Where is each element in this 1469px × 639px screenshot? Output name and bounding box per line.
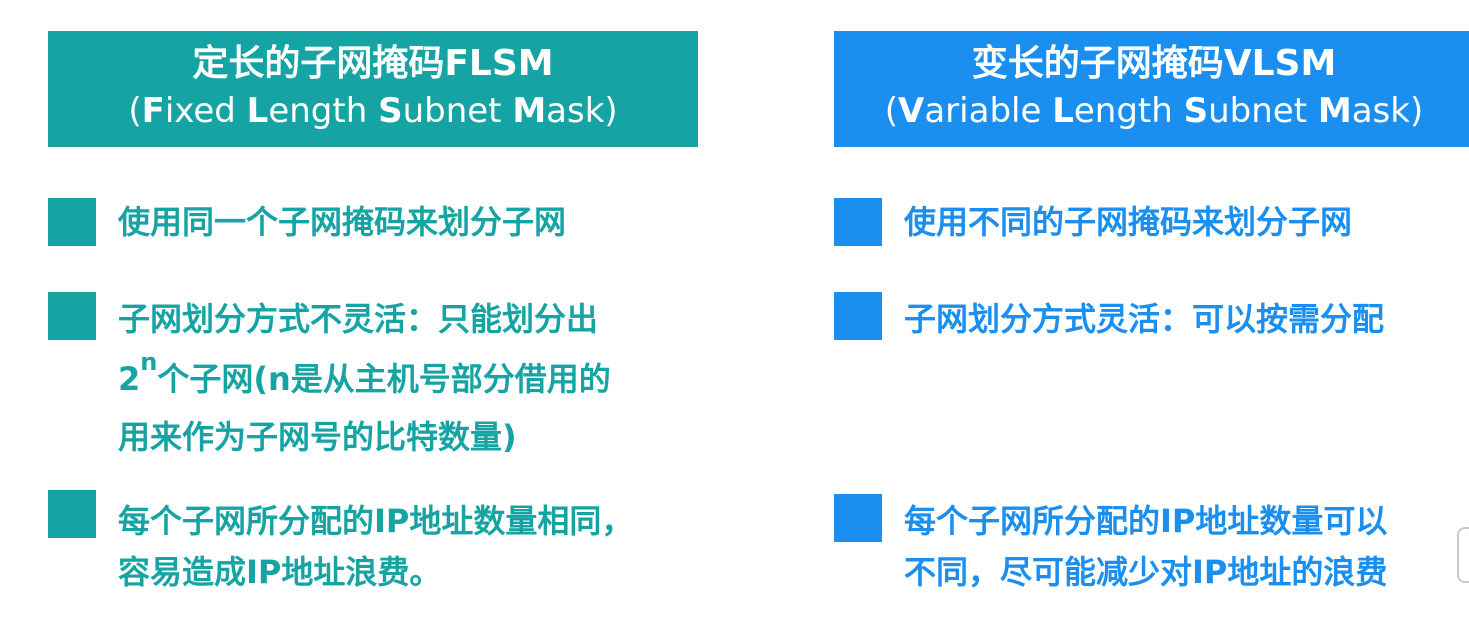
vlsm-panel: 变长的子网掩码VLSM (Variable Length Subnet Mask… <box>800 0 1469 639</box>
flsm-subtitle-open: ( <box>128 91 142 131</box>
vlsm-subtitle-open: ( <box>884 91 899 131</box>
flsm-item-2-line-2: 2n个子网(n是从主机号部分借用的 <box>118 350 611 406</box>
vlsm-subtitle-variable: ariable <box>924 91 1053 131</box>
vlsm-subtitle-subnet: ubnet <box>1208 91 1318 131</box>
vlsm-subtitle-length: ength <box>1073 91 1184 131</box>
vlsm-item-2: 子网划分方式灵活：可以按需分配 <box>904 300 1385 338</box>
vlsm-title: 变长的子网掩码VLSM <box>971 43 1337 84</box>
flsm-item-3-line-1: 每个子网所分配的IP地址数量相同， <box>118 502 634 540</box>
vlsm-bullet-1 <box>834 198 882 246</box>
flsm-subtitle-mask: ask) <box>546 91 618 131</box>
flsm-title: 定长的子网掩码FLSM <box>192 43 554 84</box>
flsm-item-2-base: 2 <box>118 360 141 398</box>
vlsm-subtitle-initial-v: V <box>898 91 925 131</box>
flsm-bullet-2 <box>48 292 96 340</box>
flsm-subtitle: (Fixed Length Subnet Mask) <box>48 87 698 135</box>
flsm-subtitle-initial-f: F <box>141 91 165 131</box>
flsm-subtitle-initial-s: S <box>378 91 403 131</box>
flsm-item-2-line-1: 子网划分方式不灵活：只能划分出 <box>118 300 599 338</box>
vlsm-item-3-line-1: 每个子网所分配的IP地址数量可以 <box>904 502 1388 540</box>
flsm-item-2-exponent: n <box>140 348 158 376</box>
vlsm-subtitle-mask: ask) <box>1351 91 1424 131</box>
flsm-subtitle-length: ength <box>268 91 379 131</box>
flsm-panel: 定长的子网掩码FLSM (Fixed Length Subnet Mask) 使… <box>0 0 720 639</box>
flsm-item-3-line-2: 容易造成IP地址浪费。 <box>118 553 442 591</box>
flsm-bullet-3 <box>48 490 96 538</box>
flsm-subtitle-initial-l: L <box>246 91 269 131</box>
flsm-subtitle-subnet: ubnet <box>402 91 513 131</box>
flsm-subtitle-fixed: ixed <box>164 91 247 131</box>
flsm-header: 定长的子网掩码FLSM (Fixed Length Subnet Mask) <box>48 31 698 147</box>
flsm-item-2-line-2-rest: 个子网(n是从主机号部分借用的 <box>157 360 611 398</box>
flsm-subtitle-initial-m: M <box>512 91 547 131</box>
vlsm-subtitle-initial-l: L <box>1052 91 1074 131</box>
flsm-item-1: 使用同一个子网掩码来划分子网 <box>118 203 567 241</box>
vlsm-bullet-2 <box>834 292 882 340</box>
vlsm-subtitle: (Variable Length Subnet Mask) <box>834 87 1469 135</box>
side-scroll-tab[interactable] <box>1457 527 1469 583</box>
flsm-item-2-line-3: 用来作为子网号的比特数量) <box>118 418 517 456</box>
vlsm-subtitle-initial-s: S <box>1183 91 1209 131</box>
flsm-bullet-1 <box>48 198 96 246</box>
vlsm-item-3-line-2: 不同，尽可能减少对IP地址的浪费 <box>904 553 1388 591</box>
vlsm-bullet-3 <box>834 494 882 542</box>
vlsm-item-1: 使用不同的子网掩码来划分子网 <box>904 203 1353 241</box>
vlsm-header: 变长的子网掩码VLSM (Variable Length Subnet Mask… <box>834 31 1469 147</box>
vlsm-subtitle-initial-m: M <box>1317 91 1352 131</box>
